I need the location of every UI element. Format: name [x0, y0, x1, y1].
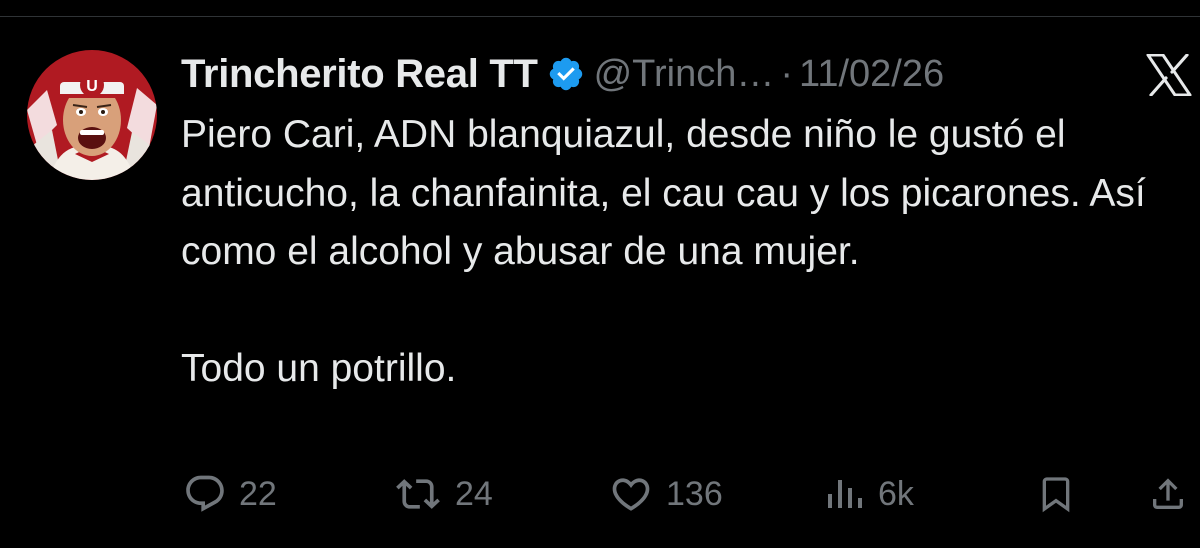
tweet-paragraph: Todo un potrillo. — [181, 347, 457, 390]
tweet-text: Piero Cari, ADN blanquiazul, desde niño … — [181, 106, 1191, 399]
tweet-paragraph: Piero Cari, ADN blanquiazul, desde niño … — [181, 113, 1146, 273]
author-display-name[interactable]: Trincherito Real TT — [181, 52, 538, 97]
views-icon — [826, 472, 866, 516]
tweet-date[interactable]: 11/02/26 — [799, 53, 944, 96]
action-bar: 22 24 136 6k — [0, 466, 1200, 522]
share-icon — [1148, 472, 1188, 516]
verified-badge-icon — [547, 55, 585, 93]
repost-button[interactable]: 24 — [393, 466, 493, 522]
bookmark-button[interactable] — [1036, 466, 1076, 522]
avatar-image: U — [27, 50, 157, 180]
like-button[interactable]: 136 — [608, 466, 723, 522]
like-count: 136 — [666, 474, 723, 513]
reply-button[interactable]: 22 — [183, 466, 277, 522]
views-count: 6k — [878, 474, 914, 513]
repost-icon — [393, 472, 443, 516]
repost-count: 24 — [455, 474, 493, 513]
share-button[interactable] — [1148, 466, 1188, 522]
x-logo-icon — [1145, 53, 1193, 97]
divider — [0, 16, 1200, 17]
avatar[interactable]: U — [27, 50, 157, 180]
reply-icon — [183, 472, 227, 516]
views-button[interactable]: 6k — [826, 466, 914, 522]
svg-text:U: U — [86, 78, 98, 95]
header-separator: · — [780, 52, 793, 95]
tweet-header: Trincherito Real TT @Trinch… · 11/02/26 — [181, 46, 944, 102]
reply-count: 22 — [239, 474, 277, 513]
heart-icon — [608, 472, 654, 516]
bookmark-icon — [1036, 472, 1076, 516]
author-handle[interactable]: @Trinch… — [594, 53, 775, 96]
